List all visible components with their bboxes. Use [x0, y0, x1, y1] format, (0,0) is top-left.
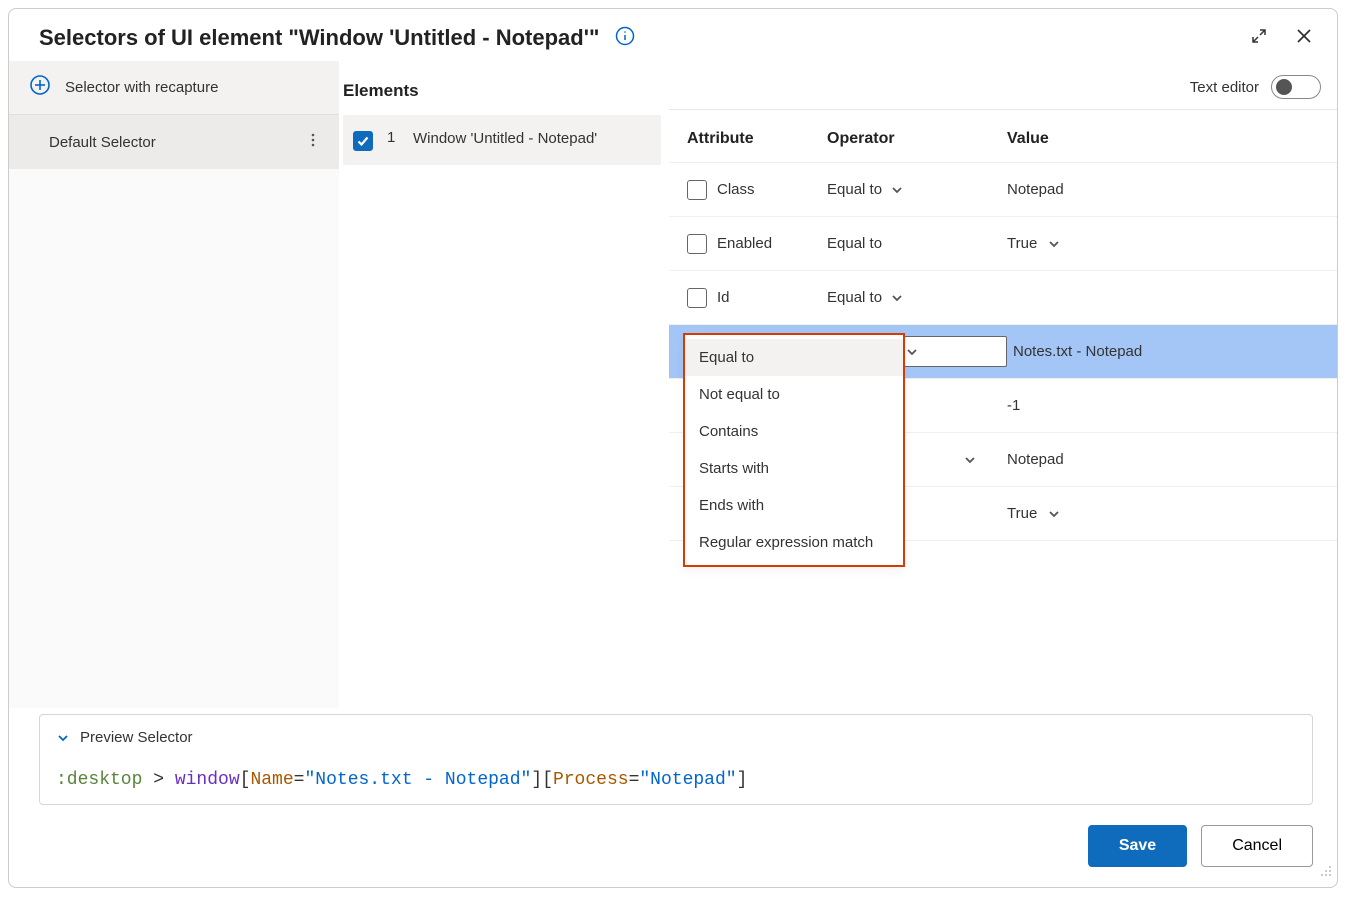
text-editor-label: Text editor: [1190, 79, 1259, 96]
element-index: 1: [387, 129, 399, 146]
element-label: Window 'Untitled - Notepad': [413, 129, 597, 149]
header-value: Value: [1007, 130, 1319, 148]
resize-grip-icon[interactable]: [1319, 864, 1333, 883]
operator-dropdown[interactable]: Equal to: [827, 289, 1007, 306]
element-checkbox[interactable]: [353, 131, 373, 151]
dropdown-item-ends-with[interactable]: Ends with: [685, 487, 903, 524]
dropdown-item-starts-with[interactable]: Starts with: [685, 450, 903, 487]
header-operator: Operator: [827, 130, 1007, 148]
value-dropdown[interactable]: True: [1007, 235, 1319, 252]
attr-checkbox[interactable]: [687, 180, 707, 200]
preview-header[interactable]: Preview Selector: [40, 715, 1312, 760]
sidebar-item-label: Default Selector: [49, 134, 156, 151]
selector-sidebar: Selector with recapture Default Selector: [9, 61, 339, 708]
attributes-header-row: Attribute Operator Value: [669, 110, 1337, 163]
text-editor-toggle[interactable]: [1271, 75, 1321, 99]
value-dropdown[interactable]: True: [1007, 505, 1319, 522]
attributes-column: Text editor Attribute Operator Value Cla…: [669, 61, 1337, 708]
attr-value: Notepad: [1007, 451, 1064, 468]
dropdown-item-not-equal-to[interactable]: Not equal to: [685, 376, 903, 413]
chevron-down-icon: [905, 345, 919, 359]
chevron-down-icon: [56, 731, 70, 745]
dialog-window: Selectors of UI element "Window 'Untitle…: [8, 8, 1338, 888]
chevron-down-icon: [1047, 237, 1061, 251]
cancel-button[interactable]: Cancel: [1201, 825, 1313, 867]
attr-value: Notepad: [1007, 181, 1064, 198]
attr-checkbox[interactable]: [687, 288, 707, 308]
info-icon[interactable]: [615, 26, 635, 51]
elements-column: Elements 1 Window 'Untitled - Notepad': [339, 61, 669, 708]
titlebar: Selectors of UI element "Window 'Untitle…: [9, 9, 1337, 61]
dropdown-item-equal-to[interactable]: Equal to: [685, 339, 903, 376]
attr-row-id[interactable]: Id Equal to: [669, 271, 1337, 325]
preview-selector-panel: Preview Selector :desktop > window[Name=…: [39, 714, 1313, 805]
element-list-item[interactable]: 1 Window 'Untitled - Notepad': [343, 115, 661, 165]
expand-icon[interactable]: [1251, 28, 1267, 49]
header-attribute: Attribute: [687, 130, 827, 148]
plus-circle-icon: [29, 74, 51, 101]
dropdown-item-regex[interactable]: Regular expression match: [685, 524, 903, 561]
attr-value: -1: [1007, 397, 1020, 414]
sidebar-item-default-selector[interactable]: Default Selector: [9, 115, 339, 169]
save-button[interactable]: Save: [1088, 825, 1187, 867]
dropdown-item-contains[interactable]: Contains: [685, 413, 903, 450]
chevron-down-icon: [890, 291, 904, 305]
dialog-footer: Save Cancel: [9, 805, 1337, 887]
attr-row-class[interactable]: Class Equal to Notepad: [669, 163, 1337, 217]
selector-with-recapture-button[interactable]: Selector with recapture: [9, 61, 339, 115]
recapture-label: Selector with recapture: [65, 79, 218, 96]
chevron-down-icon: [890, 183, 904, 197]
chevron-down-icon: [963, 453, 977, 467]
attr-checkbox[interactable]: [687, 234, 707, 254]
preview-selector-text: :desktop > window[Name="Notes.txt - Note…: [40, 760, 1312, 804]
elements-header: Elements: [343, 81, 419, 101]
attr-name: Enabled: [717, 235, 772, 252]
more-vertical-icon[interactable]: [299, 126, 327, 159]
attr-name: Class: [717, 181, 755, 198]
attr-name: Id: [717, 289, 730, 306]
chevron-down-icon: [1047, 507, 1061, 521]
close-icon[interactable]: [1295, 27, 1313, 50]
operator-dropdown[interactable]: Equal to: [827, 235, 1007, 252]
operator-dropdown[interactable]: Equal to: [827, 181, 1007, 198]
operator-dropdown-menu: Equal to Not equal to Contains Starts wi…: [683, 333, 905, 567]
dialog-title: Selectors of UI element "Window 'Untitle…: [39, 25, 599, 51]
attr-row-enabled[interactable]: Enabled Equal to True: [669, 217, 1337, 271]
attr-value: Notes.txt - Notepad: [1013, 343, 1142, 360]
